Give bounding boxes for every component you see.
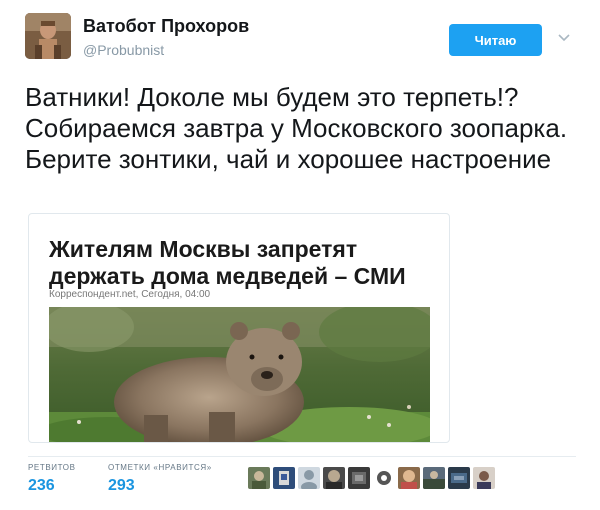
retweets-count[interactable]: 236 — [28, 477, 76, 495]
retweets-label: РЕТВИТОВ — [28, 463, 76, 472]
liker-avatar[interactable] — [273, 467, 295, 489]
likes-label: ОТМЕТКИ «НРАВИТСЯ» — [108, 463, 212, 472]
liker-avatar[interactable] — [298, 467, 320, 489]
chevron-down-icon[interactable] — [558, 33, 570, 43]
screen-name[interactable]: @Probubnist — [83, 42, 164, 58]
liker-avatars — [248, 467, 495, 489]
tweet: Ватобот Прохоров @Probubnist Читаю Ватни… — [0, 0, 600, 510]
likes-count[interactable]: 293 — [108, 477, 212, 495]
liker-avatar[interactable] — [473, 467, 495, 489]
liker-avatar[interactable] — [248, 467, 270, 489]
liker-avatar[interactable] — [398, 467, 420, 489]
display-name[interactable]: Ватобот Прохоров — [83, 16, 249, 37]
tweet-text: Ватники! Доколе мы будем это терпеть!? С… — [25, 82, 568, 174]
liker-avatar[interactable] — [448, 467, 470, 489]
follow-button[interactable]: Читаю — [449, 24, 542, 56]
liker-avatar[interactable] — [373, 467, 395, 489]
bear-photo[interactable] — [49, 307, 430, 442]
user-avatar[interactable] — [25, 13, 71, 59]
likes-stat[interactable]: ОТМЕТКИ «НРАВИТСЯ» 293 — [108, 463, 212, 495]
liker-avatar[interactable] — [423, 467, 445, 489]
tweet-stats: РЕТВИТОВ 236 ОТМЕТКИ «НРАВИТСЯ» 293 — [28, 456, 576, 502]
link-card[interactable]: Жителям Москвы запретят держать дома мед… — [28, 213, 450, 443]
card-source: Корреспондент.net, Сегодня, 04:00 — [49, 289, 211, 300]
liker-avatar[interactable] — [348, 467, 370, 489]
card-title[interactable]: Жителям Москвы запретят держать дома мед… — [49, 236, 439, 290]
liker-avatar[interactable] — [323, 467, 345, 489]
retweets-stat[interactable]: РЕТВИТОВ 236 — [28, 463, 76, 495]
